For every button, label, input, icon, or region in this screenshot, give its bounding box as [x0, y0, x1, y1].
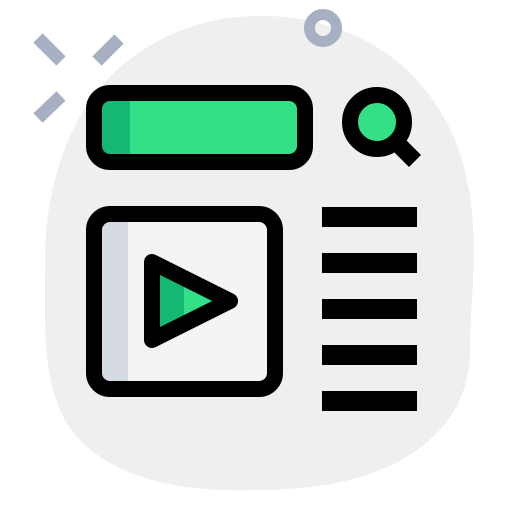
sparkle-line-3 — [33, 91, 66, 123]
icon-canvas — [0, 0, 512, 512]
sparkle-line-1 — [33, 33, 66, 66]
text-line — [322, 253, 417, 273]
sparkle-line-2 — [92, 34, 124, 66]
text-line — [322, 391, 417, 411]
magnifier-lens — [342, 87, 412, 157]
search-bar — [86, 85, 313, 170]
text-line — [322, 299, 417, 319]
magnifier-icon — [342, 87, 422, 168]
text-line — [322, 345, 417, 365]
video-search-page-icon — [33, 9, 474, 491]
text-line — [322, 207, 417, 227]
